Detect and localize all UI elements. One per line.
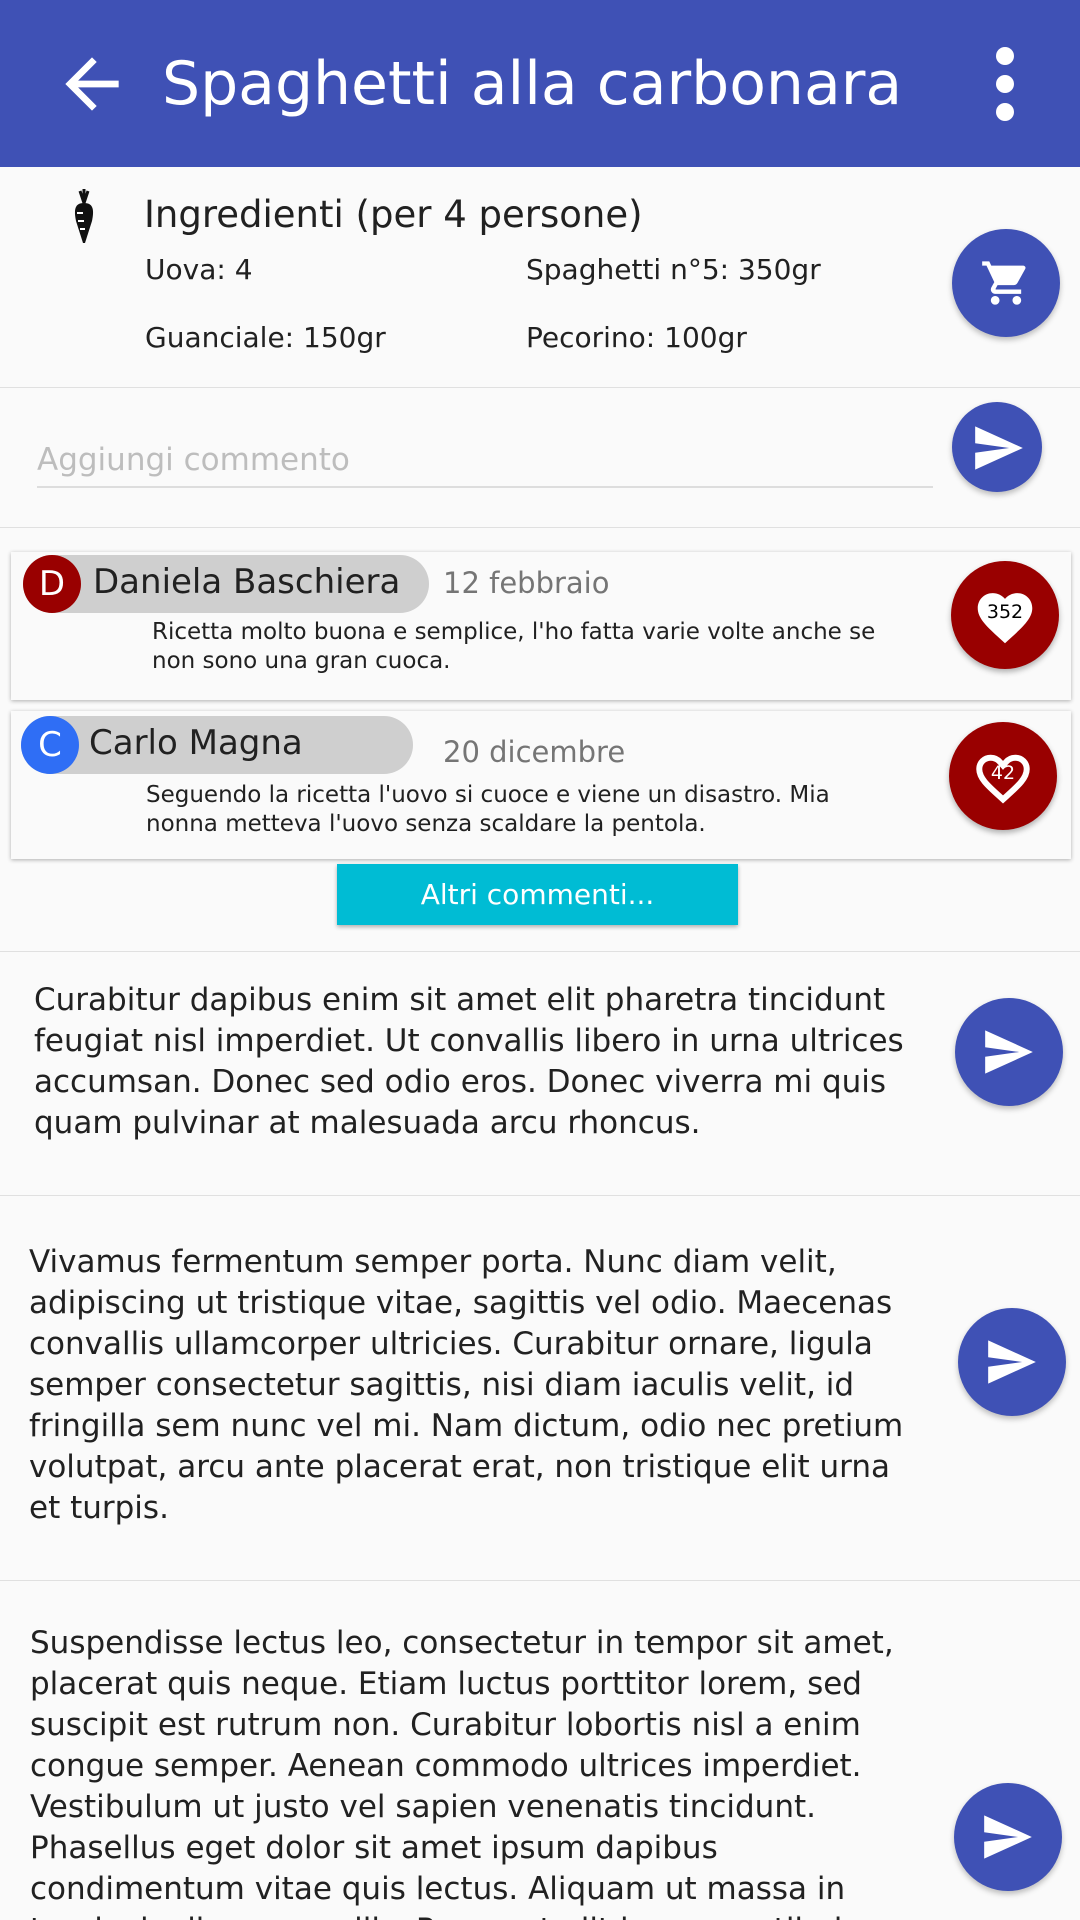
- send-button[interactable]: [954, 1783, 1062, 1891]
- step-text: Vivamus fermentum semper porta. Nunc dia…: [29, 1244, 904, 1526]
- ingredient-item: Spaghetti n°5: 350gr: [526, 253, 821, 286]
- like-count: 42: [990, 762, 1016, 784]
- shopping-cart-icon: [982, 261, 1026, 305]
- send-icon: [984, 1815, 1032, 1859]
- send-comment-button[interactable]: [952, 402, 1042, 492]
- user-chip[interactable]: C Carlo Magna: [21, 716, 413, 774]
- ingredient-item: Uova: 4: [145, 253, 253, 286]
- comment-card: D Daniela Baschiera 12 febbraio Ricetta …: [11, 552, 1071, 700]
- avatar: C: [21, 716, 79, 774]
- ingredient-item: Pecorino: 100gr: [526, 321, 747, 354]
- user-name: Carlo Magna: [89, 723, 303, 763]
- like-button[interactable]: 352: [951, 561, 1059, 669]
- carrot-icon: [70, 189, 98, 243]
- send-icon: [988, 1340, 1036, 1384]
- step-text: Curabitur dapibus enim sit amet elit pha…: [34, 982, 904, 1141]
- user-name: Daniela Baschiera: [93, 562, 401, 602]
- comment-date: 12 febbraio: [443, 566, 610, 600]
- send-button[interactable]: [955, 998, 1063, 1106]
- arrow-back-icon[interactable]: [52, 44, 132, 124]
- send-icon: [985, 1030, 1033, 1074]
- comment-text: Seguendo la ricetta l'uovo si cuoce e vi…: [146, 782, 830, 837]
- add-to-cart-button[interactable]: [952, 229, 1060, 337]
- step-block: Curabitur dapibus enim sit amet elit pha…: [0, 951, 1080, 1195]
- ingredients-title: Ingredienti (per 4 persone): [144, 193, 643, 236]
- ingredient-item: Guanciale: 150gr: [145, 321, 386, 354]
- avatar: D: [23, 555, 81, 613]
- page-title: Spaghetti alla carbonara: [162, 49, 903, 119]
- user-chip[interactable]: D Daniela Baschiera: [23, 555, 429, 613]
- comment-text: Ricetta molto buona e semplice, l'ho fat…: [152, 619, 876, 674]
- step-block: Vivamus fermentum semper porta. Nunc dia…: [0, 1195, 1080, 1580]
- like-count: 352: [986, 601, 1024, 623]
- add-comment-section: [0, 388, 1080, 528]
- ingredients-section: Ingredienti (per 4 persone) Uova: 4 Spag…: [0, 167, 1080, 388]
- more-vert-icon[interactable]: [990, 44, 1020, 124]
- comment-date: 20 dicembre: [443, 735, 626, 769]
- send-button[interactable]: [958, 1308, 1066, 1416]
- app-bar: Spaghetti alla carbonara: [0, 0, 1080, 167]
- step-block: Suspendisse lectus leo, consectetur in t…: [0, 1580, 1080, 1920]
- step-text: Suspendisse lectus leo, consectetur in t…: [30, 1625, 894, 1920]
- like-button[interactable]: 42: [949, 722, 1057, 830]
- comment-card: C Carlo Magna 20 dicembre Seguendo la ri…: [11, 711, 1071, 859]
- comment-input[interactable]: [37, 434, 933, 488]
- more-comments-button[interactable]: Altri commenti...: [337, 864, 738, 925]
- send-icon: [975, 426, 1023, 470]
